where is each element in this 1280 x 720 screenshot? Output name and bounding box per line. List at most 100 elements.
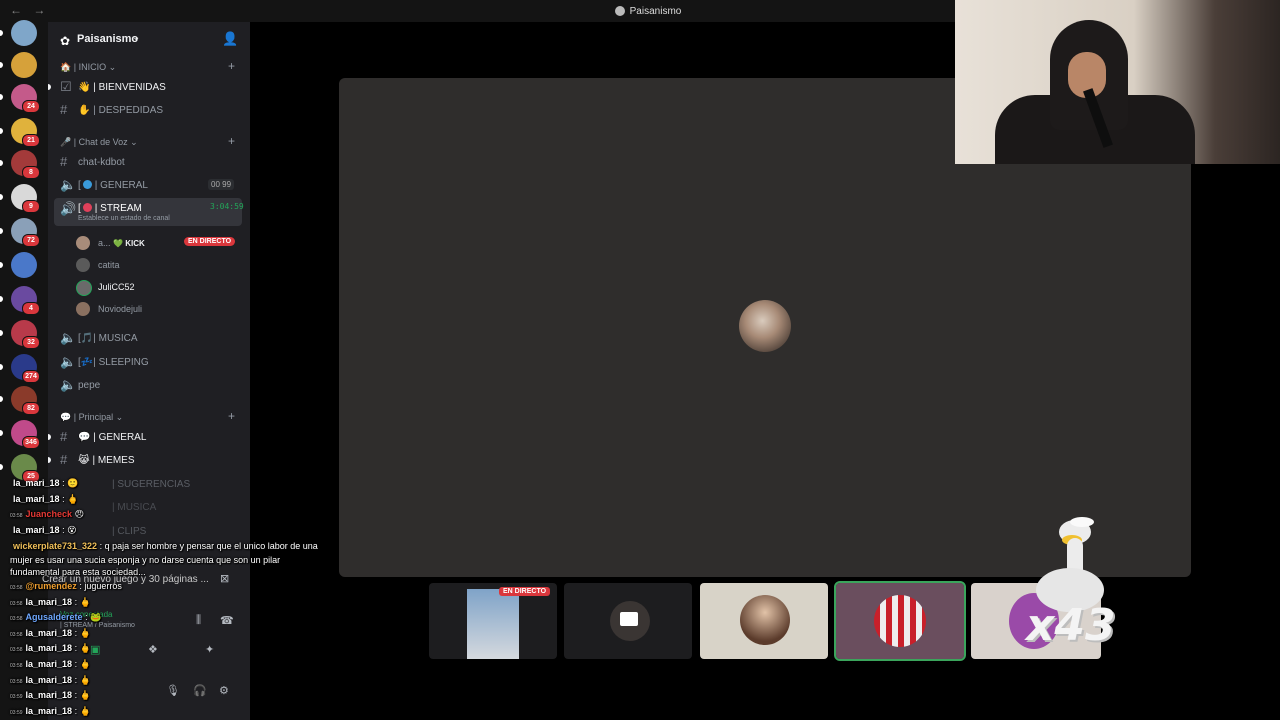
server-icon[interactable]: 8 (11, 150, 40, 179)
add-channel-icon[interactable]: + (228, 409, 235, 423)
chat-username: la_mari_18 (25, 659, 73, 669)
avatar (76, 258, 90, 272)
server-icon[interactable] (11, 252, 37, 278)
voice-channel-general[interactable]: 🔈 [| GENERAL 00 99 (54, 174, 242, 196)
avatar (76, 236, 90, 250)
voice-user-name: a... 💚 KICK (98, 238, 145, 248)
server-icon[interactable]: 274 (11, 354, 40, 383)
mention-badge: 24 (22, 100, 40, 113)
unread-indicator (0, 430, 3, 436)
chat-timestamp: 03:58 (10, 663, 23, 669)
chat-text: : juguerros (79, 581, 122, 591)
speaker-active-icon: 🔊 (60, 201, 77, 216)
server-icon[interactable]: 346 (11, 420, 40, 449)
voice-user[interactable]: Noviodejuli (76, 299, 242, 319)
chat-username: la_mari_18 (13, 525, 60, 535)
server-icon[interactable] (11, 52, 37, 78)
voice-user[interactable]: a... 💚 KICK EN DIRECTO (76, 233, 242, 253)
channel-general[interactable]: # 💬 | GENERAL (48, 426, 242, 448)
add-channel-icon[interactable]: + (228, 59, 235, 73)
server-settings-icon: ✿ (60, 34, 71, 48)
channel-memes[interactable]: # 😹 | MEMES (48, 449, 242, 471)
chat-text: : 🙂 (62, 478, 79, 488)
category-chat-de-voz[interactable]: 🎤 | Chat de Voz ⌄ + (60, 134, 235, 148)
channel-chat-kdbot[interactable]: # chat-kdbot (54, 151, 242, 173)
server-icon[interactable]: 25 (11, 454, 40, 483)
channel-despedidas[interactable]: # ✋ | DESPEDIDAS (54, 99, 242, 121)
chat-message: 03:58 la_mari_18 : 🖕 (10, 643, 91, 654)
live-badge: EN DIRECTO (184, 237, 236, 246)
mention-badge: 32 (22, 336, 40, 349)
voice-channel-pepe[interactable]: 🔈 pepe (54, 374, 242, 396)
window-title-text: Paisanismo (629, 5, 682, 17)
chat-username: Agusalderete (25, 612, 83, 622)
chat-message: la_mari_18 : 😵 (10, 525, 76, 536)
mention-badge: 82 (22, 402, 40, 415)
chat-username: la_mari_18 (25, 690, 73, 700)
cat-emoji-icon: 😹 (78, 455, 93, 466)
channel-label: | MUSICA (93, 333, 138, 344)
chat-message: la_mari_18 : 🙂 (10, 478, 78, 489)
microphone-icon: 🎤 (60, 137, 72, 147)
unread-indicator (0, 330, 3, 336)
voice-user[interactable]: JuliCC52 (76, 277, 242, 297)
server-icon (614, 6, 625, 16)
participant-thumb-camera[interactable] (564, 583, 692, 659)
voice-channel-musica[interactable]: 🔈 [🎵| MUSICA (54, 327, 242, 349)
participant-thumb-speaking[interactable] (834, 581, 966, 661)
invite-people-icon[interactable]: 👤 (222, 31, 238, 47)
server-icon[interactable]: 24 (11, 84, 40, 113)
chat-username: la_mari_18 (25, 643, 73, 653)
call-timer: 3:04:59 (210, 202, 244, 211)
channel-bienvenidas[interactable]: ☑ 👋 | BIENVENIDAS (48, 76, 242, 98)
server-header[interactable]: ✿ Paisanismo ⌄ 👤 (48, 22, 250, 56)
unread-indicator (48, 84, 51, 90)
chat-message: wickerplate731_322 : q paja ser hombre y… (10, 540, 328, 578)
server-icon[interactable]: 82 (11, 386, 40, 415)
server-icon[interactable]: 72 (11, 218, 40, 247)
chat-message: 03:59 la_mari_18 : 🖕 (10, 690, 91, 701)
server-icon[interactable]: 32 (11, 320, 40, 349)
unread-indicator (0, 128, 3, 134)
server-icon[interactable]: 4 (11, 286, 40, 315)
globe-emoji-icon (82, 180, 92, 189)
chat-timestamp: 03:58 (10, 616, 23, 622)
avatar (76, 302, 90, 316)
chat-message: 03:58 la_mari_18 : 🖕 (10, 675, 91, 686)
chat-text: : 🖕 (74, 690, 91, 700)
category-inicio[interactable]: 🏠 | INICIO ⌄ + (60, 59, 235, 73)
participant-avatar (739, 300, 791, 352)
channel-label: | GENERAL (94, 180, 148, 191)
duck-hat (1070, 517, 1094, 527)
add-channel-icon[interactable]: + (228, 134, 235, 148)
music-emoji-icon: 🎵 (80, 333, 94, 344)
chat-message: la_mari_18 : 🖕 (10, 494, 78, 505)
sleep-emoji-icon: 💤 (80, 357, 94, 368)
participant-thumb[interactable] (700, 583, 828, 659)
multiplier-overlay: x43 (1026, 600, 1116, 651)
chat-username: la_mari_18 (13, 478, 60, 488)
unread-indicator (0, 228, 3, 234)
speaker-icon: 🔈 (60, 330, 77, 345)
mention-badge: 8 (22, 166, 40, 179)
category-label: | Principal (73, 412, 114, 422)
unread-indicator (0, 262, 3, 268)
server-icon[interactable] (11, 20, 37, 46)
speaker-icon: 🔈 (60, 377, 77, 392)
mention-badge: 346 (22, 436, 40, 449)
server-icon[interactable]: 9 (11, 184, 40, 213)
category-principal[interactable]: 💬 | Principal ⌄ + (60, 409, 235, 423)
voice-channel-stream[interactable]: 🔊 [| STREAM 3:04:59 Establece un estado … (54, 198, 244, 226)
category-label: | Chat de Voz (73, 137, 128, 147)
voice-user[interactable]: catita (76, 255, 242, 275)
chat-text: : 😵 (62, 525, 77, 535)
voice-channel-sleeping[interactable]: 🔈 [💤| SLEEPING (54, 351, 242, 373)
live-badge: EN DIRECTO (499, 587, 551, 596)
channel-status[interactable]: Establece un estado de canal (78, 215, 170, 222)
participant-thumb-stream[interactable]: EN DIRECTO (429, 583, 557, 659)
chat-message: 03:58 la_mari_18 : 🖕 (10, 597, 91, 608)
avatar (76, 280, 92, 296)
server-icon[interactable]: 21 (11, 118, 40, 147)
chat-timestamp: 03:58 (10, 585, 23, 591)
chevron-down-icon: ⌄ (132, 32, 141, 43)
